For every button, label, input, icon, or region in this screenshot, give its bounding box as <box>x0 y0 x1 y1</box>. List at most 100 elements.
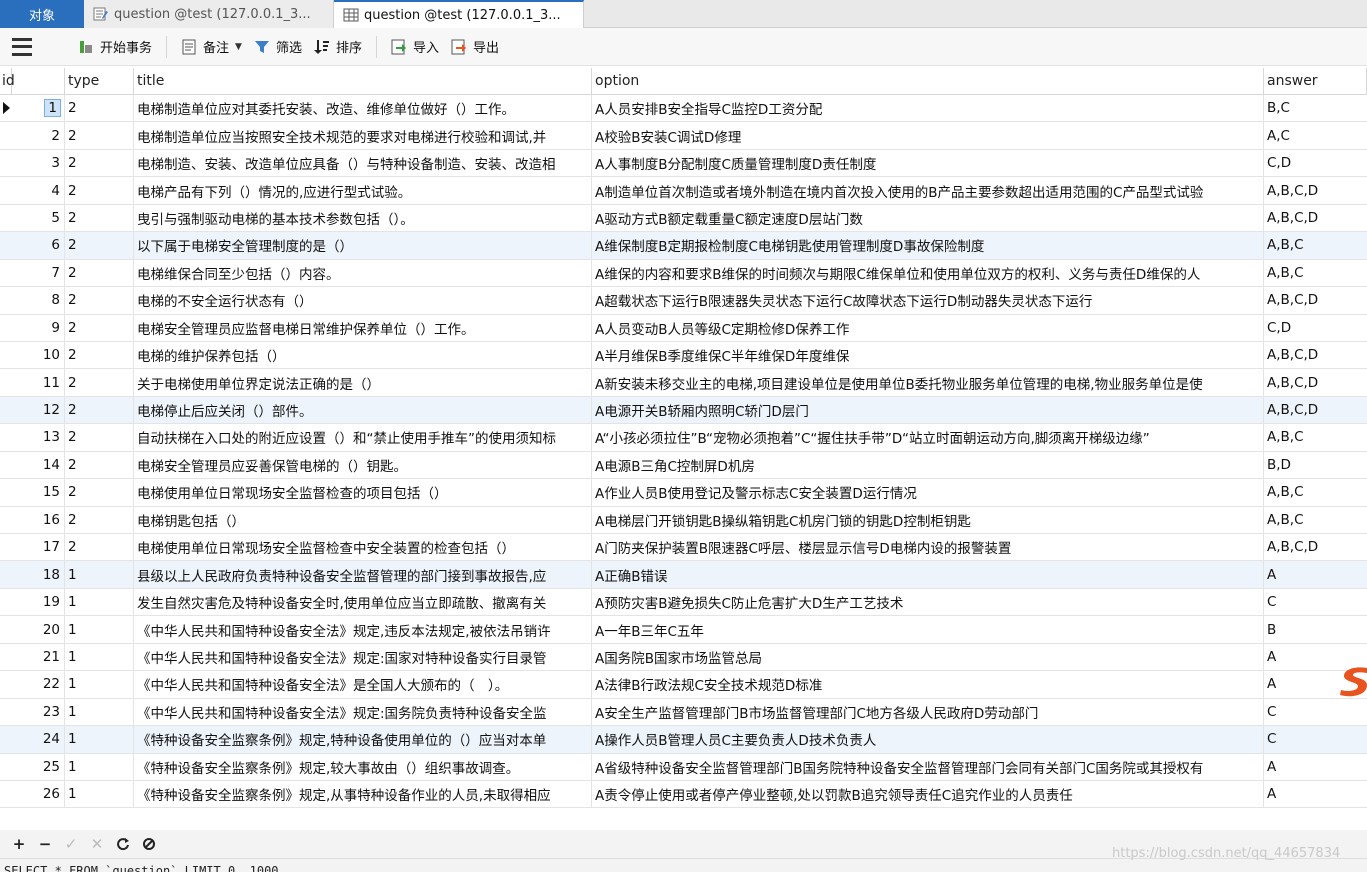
cell-answer[interactable]: A,B,C,D <box>1264 205 1367 231</box>
cell-title[interactable]: 电梯维保合同至少包括（）内容。 <box>134 259 592 287</box>
cell-title[interactable]: 电梯钥匙包括（） <box>134 506 592 533</box>
cell-title[interactable]: 《中华人民共和国特种设备安全法》规定:国家对特种设备实行目录管 <box>134 643 592 671</box>
cell-id[interactable]: 16 <box>12 506 65 533</box>
cell-answer[interactable]: A <box>1264 561 1367 587</box>
cell-id[interactable]: 10 <box>12 341 65 369</box>
cell-option[interactable]: A省级特种设备安全监督管理部门B国务院特种设备安全监督管理部门会同有关部门C国务… <box>592 753 1264 780</box>
cell-option[interactable]: A维保制度B定期报检制度C电梯钥匙使用管理制度D事故保险制度 <box>592 232 1264 259</box>
cell-title[interactable]: 《特种设备安全监察条例》规定,较大事故由（）组织事故调查。 <box>134 753 592 780</box>
cell-title[interactable]: 电梯安全管理员应妥善保管电梯的（）钥匙。 <box>134 451 592 479</box>
table-row[interactable]: 20 1 《中华人民共和国特种设备安全法》规定,违反本法规定,被依法吊销许 A一年B三… <box>0 616 1367 644</box>
column-header-type[interactable]: type <box>65 68 134 94</box>
cell-answer[interactable]: C <box>1264 726 1367 752</box>
cell-type[interactable]: 2 <box>65 396 134 424</box>
cell-id[interactable]: 25 <box>12 753 65 780</box>
cell-title[interactable]: 发生自然灾害危及特种设备安全时,使用单位应当立即疏散、撤离有关 <box>134 588 592 616</box>
cell-type[interactable]: 2 <box>65 479 134 506</box>
cell-id[interactable]: 11 <box>12 369 65 396</box>
stop-icon[interactable] <box>138 833 160 855</box>
cell-title[interactable]: 《特种设备安全监察条例》规定,特种设备使用单位的（）应当对本单 <box>134 726 592 753</box>
sort-button[interactable]: 排序 <box>308 35 368 59</box>
cell-option[interactable]: A法律B行政法规C安全技术规范D标准 <box>592 671 1264 698</box>
cell-option[interactable]: A电源B三角C控制屏D机房 <box>592 451 1264 479</box>
cell-id[interactable]: 1 <box>12 95 65 122</box>
cell-title[interactable]: 电梯使用单位日常现场安全监督检查中安全装置的检查包括（） <box>134 534 592 561</box>
cell-type[interactable]: 1 <box>65 698 134 726</box>
import-button[interactable]: 导入 <box>385 35 445 59</box>
row-marker[interactable] <box>0 122 12 148</box>
cell-option[interactable]: A人员安排B安全指导C监控D工资分配 <box>592 95 1264 122</box>
cell-id[interactable]: 17 <box>12 534 65 561</box>
cell-type[interactable]: 2 <box>65 95 134 122</box>
menu-icon[interactable] <box>12 37 32 56</box>
cell-id[interactable]: 7 <box>12 259 65 287</box>
column-header-title[interactable]: title <box>134 68 592 94</box>
row-marker[interactable] <box>0 781 12 807</box>
cell-title[interactable]: 自动扶梯在入口处的附近应设置（）和“禁止使用手推车”的使用须知标 <box>134 424 592 451</box>
tab-query[interactable]: question @test (127.0.0.1_3... <box>84 0 334 28</box>
memo-dropdown-icon[interactable]: ▼ <box>235 42 242 52</box>
row-marker[interactable] <box>0 561 12 587</box>
table-row[interactable]: 18 1 县级以上人民政府负责特种设备安全监督管理的部门接到事故报告,应 A正确B错误… <box>0 561 1367 589</box>
cell-answer[interactable]: A,B,C,D <box>1264 342 1367 368</box>
refresh-icon[interactable] <box>112 833 134 855</box>
cell-title[interactable]: 《特种设备安全监察条例》规定,从事特种设备作业的人员,未取得相应 <box>134 780 592 808</box>
cell-answer[interactable]: C,D <box>1264 315 1367 341</box>
apply-changes-icon[interactable]: ✓ <box>60 833 82 855</box>
cell-id[interactable]: 4 <box>12 177 65 204</box>
cell-option[interactable]: A“小孩必须拉住”B“宠物必须抱着”C“握住扶手带”D“站立时面朝运动方向,脚须… <box>592 424 1264 451</box>
table-row[interactable]: 14 2 电梯安全管理员应妥善保管电梯的（）钥匙。 A电源B三角C控制屏D机房 B,D <box>0 451 1367 480</box>
cell-option[interactable]: A操作人员B管理人员C主要负责人D技术负责人 <box>592 726 1264 753</box>
row-marker[interactable] <box>0 452 12 478</box>
cell-answer[interactable]: A <box>1264 781 1367 807</box>
tab-objects[interactable]: 对象 <box>0 0 84 28</box>
table-row[interactable]: 6 2 以下属于电梯安全管理制度的是（） A维保制度B定期报检制度C电梯钥匙使用管理制… <box>0 232 1367 260</box>
table-row[interactable]: 7 2 电梯维保合同至少包括（）内容。 A维保的内容和要求B维保的时间频次与期限C维保… <box>0 259 1367 288</box>
table-row[interactable]: 24 1 《特种设备安全监察条例》规定,特种设备使用单位的（）应当对本单 A操作人员B… <box>0 726 1367 754</box>
cell-type[interactable]: 2 <box>65 424 134 451</box>
table-row[interactable]: 8 2 电梯的不安全运行状态有（） A超载状态下运行B限速器失灵状态下运行C故障状态下… <box>0 287 1367 315</box>
cell-type[interactable]: 1 <box>65 616 134 643</box>
row-marker[interactable] <box>0 589 12 615</box>
cell-option[interactable]: A新安装未移交业主的电梯,项目建设单位是使用单位B委托物业服务单位管理的电梯,物… <box>592 369 1264 396</box>
cell-answer[interactable]: B,C <box>1264 95 1367 121</box>
cell-option[interactable]: A正确B错误 <box>592 561 1264 588</box>
row-marker[interactable] <box>0 95 12 121</box>
cell-title[interactable]: 关于电梯使用单位界定说法正确的是（） <box>134 369 592 396</box>
cell-id[interactable]: 6 <box>12 232 65 259</box>
table-row[interactable]: 19 1 发生自然灾害危及特种设备安全时,使用单位应当立即疏散、撤离有关 A预防灾害B… <box>0 588 1367 617</box>
export-button[interactable]: 导出 <box>445 35 505 59</box>
cell-option[interactable]: A半月维保B季度维保C半年维保D年度维保 <box>592 341 1264 369</box>
cell-id[interactable]: 2 <box>12 122 65 149</box>
cell-type[interactable]: 1 <box>65 561 134 588</box>
row-marker[interactable] <box>0 342 12 368</box>
cell-option[interactable]: A电梯层门开锁钥匙B操纵箱钥匙C机房门锁的钥匙D控制柜钥匙 <box>592 506 1264 533</box>
cell-type[interactable]: 2 <box>65 232 134 259</box>
cell-option[interactable]: A校验B安装C调试D修理 <box>592 122 1264 149</box>
row-marker[interactable] <box>0 726 12 752</box>
cell-type[interactable]: 1 <box>65 588 134 616</box>
cell-type[interactable]: 2 <box>65 534 134 561</box>
cell-type[interactable]: 2 <box>65 451 134 479</box>
cell-title[interactable]: 电梯制造、安装、改造单位应具备（）与特种设备制造、安装、改造相 <box>134 149 592 177</box>
table-row[interactable]: 21 1 《中华人民共和国特种设备安全法》规定:国家对特种设备实行目录管 A国务院B国… <box>0 643 1367 672</box>
cell-option[interactable]: A人事制度B分配制度C质量管理制度D责任制度 <box>592 149 1264 177</box>
cell-type[interactable]: 1 <box>65 671 134 698</box>
cell-title[interactable]: 《中华人民共和国特种设备安全法》规定:国务院负责特种设备安全监 <box>134 698 592 726</box>
cell-type[interactable]: 2 <box>65 369 134 396</box>
cell-id[interactable]: 18 <box>12 561 65 588</box>
cell-title[interactable]: 电梯制造单位应当按照安全技术规范的要求对电梯进行校验和调试,并 <box>134 122 592 149</box>
table-row[interactable]: 26 1 《特种设备安全监察条例》规定,从事特种设备作业的人员,未取得相应 A责令停止… <box>0 780 1367 809</box>
row-marker[interactable] <box>0 479 12 505</box>
cell-option[interactable]: A超载状态下运行B限速器失灵状态下运行C故障状态下运行D制动器失灵状态下运行 <box>592 287 1264 314</box>
cell-type[interactable]: 2 <box>65 314 134 341</box>
row-marker[interactable] <box>0 507 12 533</box>
cell-answer[interactable]: A,B,C,D <box>1264 369 1367 395</box>
cell-type[interactable]: 2 <box>65 341 134 369</box>
cell-type[interactable]: 1 <box>65 643 134 671</box>
cell-option[interactable]: A制造单位首次制造或者境外制造在境内首次投入使用的B产品主要参数超出适用范围的C… <box>592 177 1264 204</box>
row-marker[interactable] <box>0 424 12 450</box>
cell-type[interactable]: 2 <box>65 287 134 314</box>
row-marker[interactable] <box>0 671 12 697</box>
cell-title[interactable]: 电梯安全管理员应监督电梯日常维护保养单位（）工作。 <box>134 314 592 341</box>
